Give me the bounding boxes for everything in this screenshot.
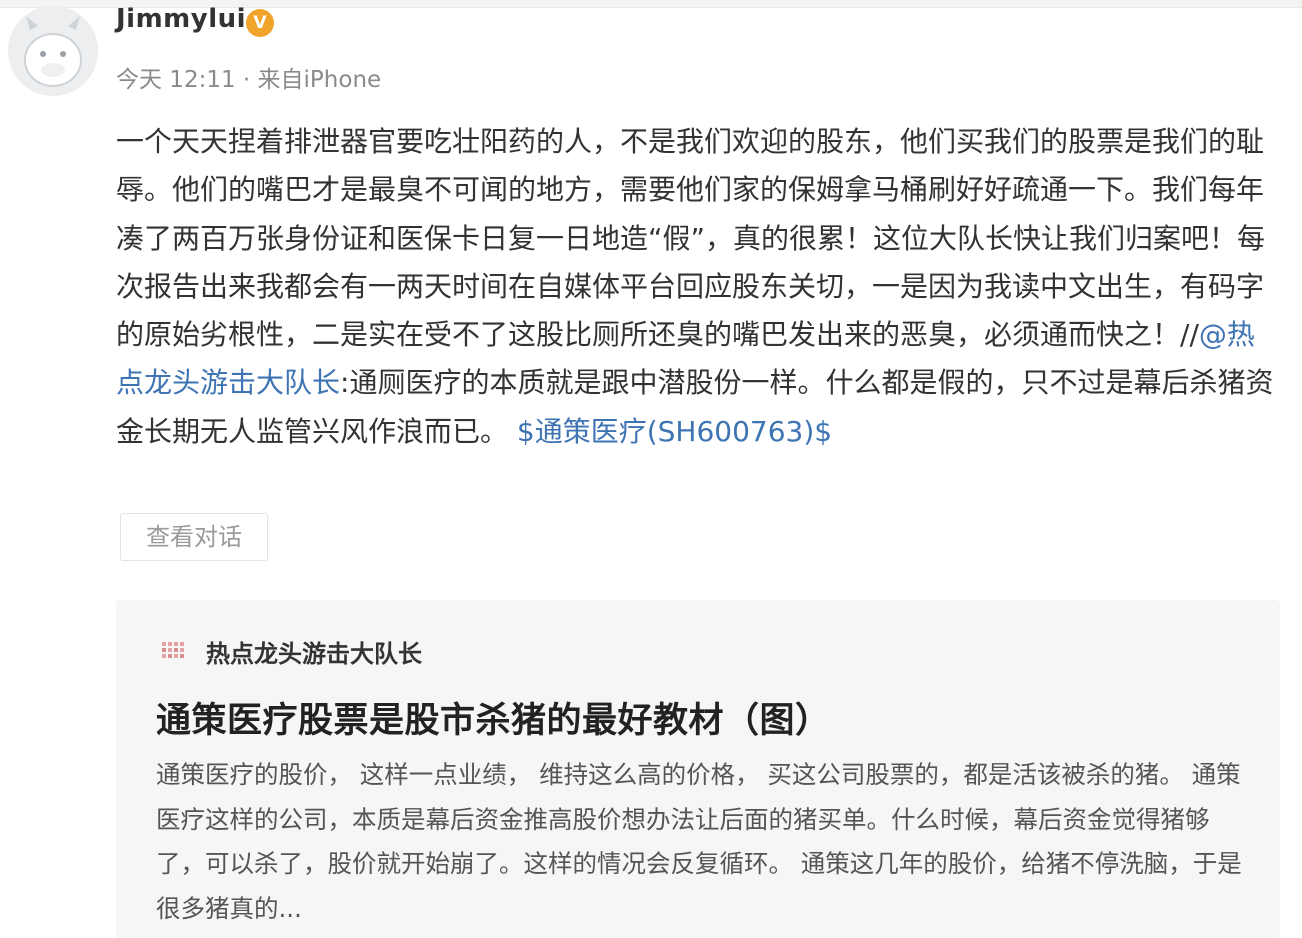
meta-separator: ·: [235, 67, 258, 93]
repost-prefix: //: [1180, 318, 1199, 352]
quoted-post-body: 通策医疗的股价， 这样一点业绩， 维持这么高的价格， 买这公司股票的，都是活该被…: [156, 760, 1242, 924]
verified-badge-icon: V: [246, 9, 274, 37]
post-text-part1: 一个天天捏着排泄器官要吃壮阳药的人，不是我们欢迎的股东，他们买我们的股票是我们的…: [116, 125, 1266, 352]
quoted-author-name[interactable]: 热点龙头游击大队长: [206, 634, 422, 669]
quoted-post-title[interactable]: 通策医疗股票是股市杀猪的最好教材（图）: [156, 692, 831, 743]
author-avatar-icon: [162, 642, 184, 658]
post-card: Jimmylui V 今天 12:11 · 来自iPhone 一个天天捏着排泄器…: [0, 0, 1302, 938]
post-time[interactable]: 今天 12:11: [116, 67, 236, 93]
post-content: 一个天天捏着排泄器官要吃壮阳药的人，不是我们欢迎的股东，他们买我们的股票是我们的…: [116, 118, 1276, 456]
post-meta: 今天 12:11 · 来自iPhone: [116, 60, 381, 94]
author-name[interactable]: Jimmylui: [116, 4, 246, 34]
cow-avatar-icon: [8, 6, 98, 96]
quoted-post-card[interactable]: 热点龙头游击大队长 通策医疗股票是股市杀猪的最好教材（图） 通策医疗的股价， 这…: [116, 600, 1280, 938]
view-conversation-button[interactable]: 查看对话: [120, 513, 268, 561]
post-source: 来自iPhone: [257, 67, 382, 93]
stock-tag-link[interactable]: $通策医疗(SH600763)$: [517, 415, 832, 448]
user-avatar[interactable]: [8, 6, 98, 96]
